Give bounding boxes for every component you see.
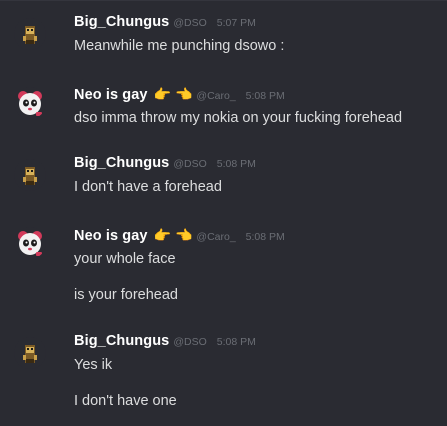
- timestamp: 5:08 PM: [216, 336, 256, 348]
- username[interactable]: Neo is gay: [74, 228, 148, 244]
- chat-message-list: Big_Chungus @DSO 5:07 PM Meanwhile me pu…: [0, 0, 447, 426]
- top-divider: [0, 0, 447, 1]
- message-text: I don't have one: [74, 393, 177, 409]
- avatar-big-chungus[interactable]: [14, 18, 46, 50]
- message-header: Neo is gay 👉 👈 @Caro_ 5:08 PM: [74, 227, 285, 247]
- avatar-neo[interactable]: [14, 227, 46, 259]
- user-handle: @Caro_: [196, 90, 236, 102]
- user-handle: @DSO: [173, 158, 207, 170]
- message-text: Meanwhile me punching dsowo :: [74, 38, 285, 54]
- big-chungus-avatar-icon: [14, 337, 46, 369]
- user-handle: @Caro_: [196, 231, 236, 243]
- pointing-left-emoji-icon: 👈: [174, 86, 193, 102]
- avatar-big-chungus[interactable]: [14, 337, 46, 369]
- message-header: Big_Chungus @DSO 5:08 PM: [74, 333, 256, 353]
- timestamp: 5:08 PM: [245, 90, 285, 102]
- message-header: Big_Chungus @DSO 5:08 PM: [74, 155, 256, 175]
- username[interactable]: Neo is gay: [74, 87, 148, 103]
- timestamp: 5:07 PM: [216, 17, 256, 29]
- avatar-big-chungus[interactable]: [14, 159, 46, 191]
- username[interactable]: Big_Chungus: [74, 14, 169, 30]
- big-chungus-avatar-icon: [14, 159, 46, 191]
- panda-avatar-icon: [14, 87, 46, 119]
- pointing-right-emoji-icon: 👉: [153, 227, 171, 243]
- big-chungus-avatar-icon: [14, 18, 46, 50]
- pointing-right-emoji-icon: 👉: [153, 86, 171, 102]
- message-text: your whole face: [74, 251, 176, 267]
- message-header: Big_Chungus @DSO 5:07 PM: [74, 14, 256, 34]
- pointing-left-emoji-icon: 👈: [174, 227, 193, 243]
- user-handle: @DSO: [173, 17, 207, 29]
- message-text: dso imma throw my nokia on your fucking …: [74, 110, 403, 126]
- timestamp: 5:08 PM: [245, 231, 285, 243]
- username[interactable]: Big_Chungus: [74, 155, 169, 171]
- avatar-neo[interactable]: [14, 87, 46, 119]
- message-header: Neo is gay 👉 👈 @Caro_ 5:08 PM: [74, 86, 285, 106]
- username[interactable]: Big_Chungus: [74, 333, 169, 349]
- user-handle: @DSO: [173, 336, 207, 348]
- message-text: Yes ik: [74, 357, 113, 373]
- message-text: I don't have a forehead: [74, 179, 222, 195]
- panda-avatar-icon: [14, 227, 46, 259]
- message-text: is your forehead: [74, 287, 178, 303]
- timestamp: 5:08 PM: [216, 158, 256, 170]
